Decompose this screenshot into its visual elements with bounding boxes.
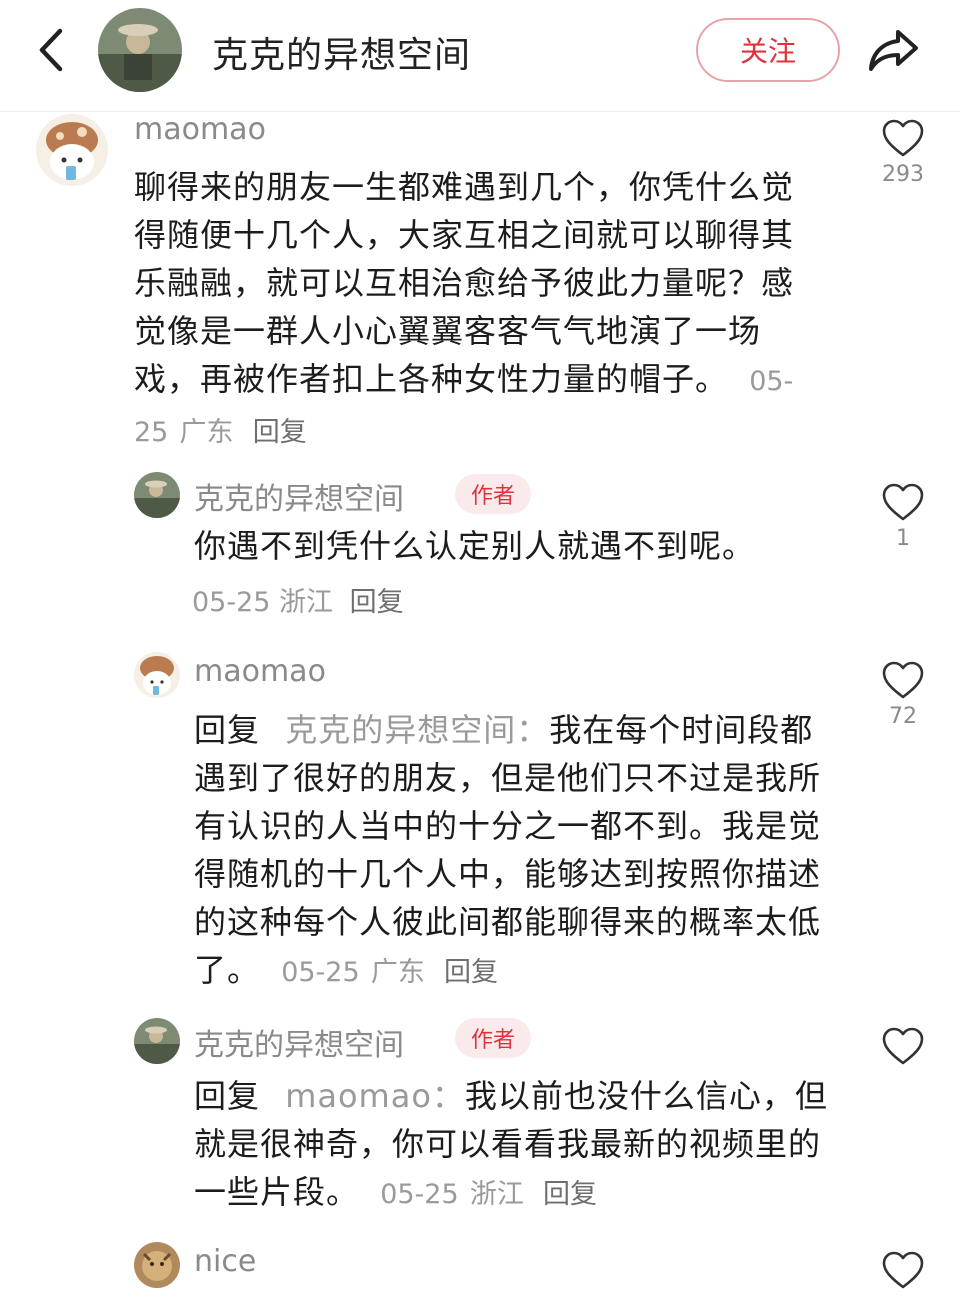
reply-text: 你遇不到凭什么认定别人就遇不到呢。 bbox=[194, 527, 756, 565]
author-avatar[interactable] bbox=[98, 8, 182, 92]
comment-username[interactable]: maomao bbox=[134, 112, 266, 147]
reply-location: 浙江 bbox=[279, 587, 334, 618]
like-button[interactable]: 1 bbox=[873, 482, 933, 551]
like-button[interactable]: 72 bbox=[873, 660, 933, 729]
reply-button[interactable]: 回复 bbox=[444, 957, 498, 988]
reply-colon: ： bbox=[431, 1077, 465, 1115]
heart-outline-icon bbox=[882, 1027, 924, 1065]
heart-outline-icon bbox=[882, 119, 924, 157]
share-arrow-icon bbox=[869, 30, 918, 71]
author-reply-avatar[interactable] bbox=[134, 472, 180, 518]
reply-meta: 05-25 浙江 回复 bbox=[192, 580, 404, 619]
reply-prefix: 回复 bbox=[194, 711, 261, 749]
reply-avatar[interactable] bbox=[134, 652, 180, 698]
reply-location: 浙江 bbox=[469, 1179, 524, 1210]
reply-target[interactable]: 克克的异想空间 bbox=[285, 711, 516, 749]
comment-body: 聊得来的朋友一生都难遇到几个，你凭什么觉得随便十几个人，大家互相之间就可以聊得其… bbox=[134, 168, 795, 398]
like-button[interactable] bbox=[873, 1026, 933, 1070]
commenter-avatar[interactable] bbox=[36, 114, 108, 186]
reply-avatar[interactable] bbox=[134, 1242, 180, 1288]
like-count: 1 bbox=[896, 526, 910, 551]
like-count: 293 bbox=[882, 162, 924, 187]
back-button[interactable] bbox=[26, 22, 76, 78]
heart-outline-icon bbox=[882, 1251, 924, 1289]
reply-location: 广东 bbox=[370, 957, 425, 988]
reply-date: 05-25 bbox=[192, 587, 271, 618]
heart-outline-icon bbox=[882, 483, 924, 521]
reply-target[interactable]: maomao bbox=[285, 1077, 432, 1115]
reply-colon: ： bbox=[516, 711, 550, 749]
comment-location: 广东 bbox=[179, 417, 234, 448]
reply-username[interactable]: 克克的异想空间 bbox=[194, 474, 404, 518]
reply-username[interactable]: nice bbox=[194, 1244, 256, 1279]
like-button[interactable]: 293 bbox=[873, 118, 933, 187]
like-count: 72 bbox=[889, 704, 917, 729]
top-bar: 克克的异想空间 关注 bbox=[0, 0, 960, 112]
reply-date: 05-25 bbox=[281, 957, 360, 988]
author-reply-avatar[interactable] bbox=[134, 1018, 180, 1064]
page-title: 克克的异想空间 bbox=[212, 35, 472, 76]
reply-button[interactable]: 回复 bbox=[350, 587, 404, 618]
follow-button[interactable]: 关注 bbox=[696, 18, 840, 82]
author-badge: 作者 bbox=[455, 474, 531, 514]
reply-username[interactable]: 克克的异想空间 bbox=[194, 1020, 404, 1064]
reply-username[interactable]: maomao bbox=[194, 654, 326, 689]
author-badge: 作者 bbox=[455, 1018, 531, 1058]
reply-body: 我在每个时间段都遇到了很好的朋友，但是他们只不过是我所有认识的人当中的十分之一都… bbox=[194, 711, 822, 989]
reply-button[interactable]: 回复 bbox=[543, 1179, 597, 1210]
reply-button[interactable]: 回复 bbox=[253, 417, 307, 448]
reply-date: 05-25 bbox=[380, 1179, 459, 1210]
reply-text: 回复 maomao：我以前也没什么信心，但就是很神奇，你可以看看我最新的视频里的… bbox=[194, 1072, 840, 1219]
chevron-left-icon bbox=[39, 28, 63, 72]
reply-prefix: 回复 bbox=[194, 1077, 261, 1115]
share-button[interactable] bbox=[862, 22, 924, 78]
comment-text: 聊得来的朋友一生都难遇到几个，你凭什么觉得随便十几个人，大家互相之间就可以聊得其… bbox=[134, 163, 824, 457]
heart-outline-icon bbox=[882, 661, 924, 699]
like-button[interactable] bbox=[873, 1250, 933, 1290]
reply-text: 回复 克克的异想空间：我在每个时间段都遇到了很好的朋友，但是他们只不过是我所有认… bbox=[194, 706, 840, 997]
